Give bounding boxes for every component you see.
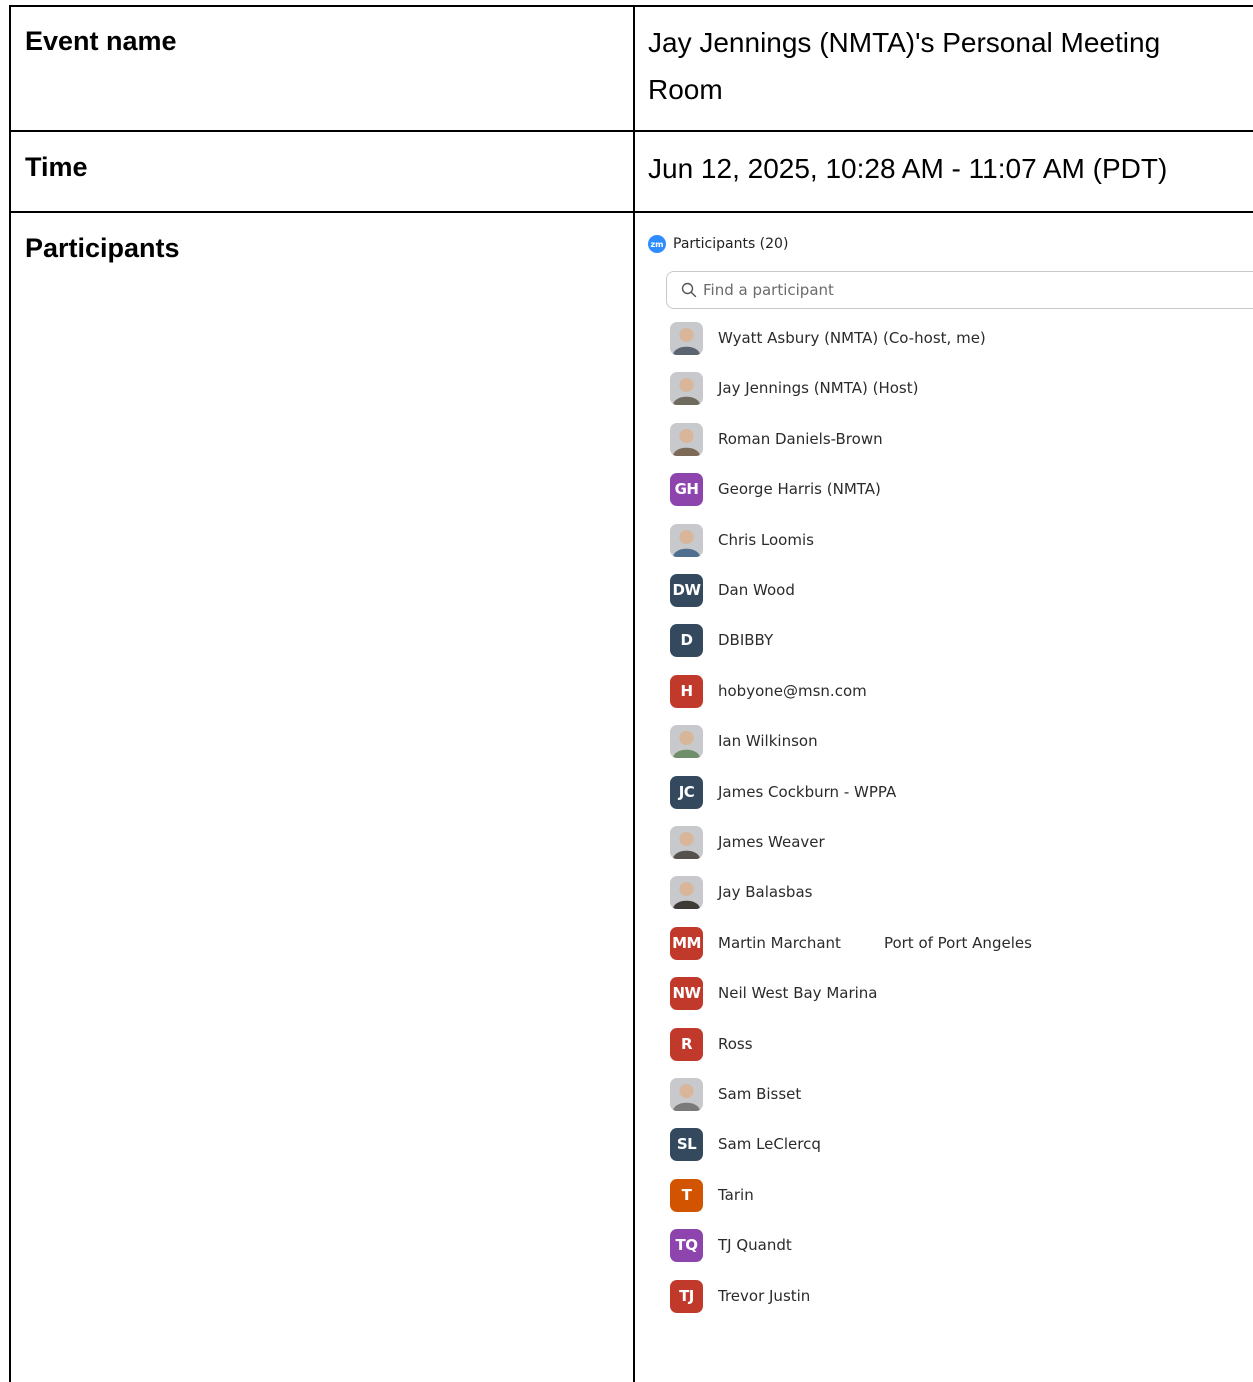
participant-avatar-initials: NW [670,976,703,1010]
participant-row[interactable]: Chris Loomis [670,522,1250,558]
participant-name: Ross [718,1035,753,1053]
participant-avatar-initials: R [670,1027,703,1061]
participant-avatar-initials: TJ [670,1279,703,1313]
participant-name: Jay Jennings (NMTA) (Host) [718,379,919,397]
participant-row[interactable]: SL Sam LeClercq [670,1126,1250,1162]
participant-name: Ian Wilkinson [718,732,818,750]
participant-name: James Weaver [718,833,825,851]
participant-row[interactable]: NW Neil West Bay Marina [670,975,1250,1011]
participant-avatar-initials: T [670,1178,703,1212]
participant-name: James Cockburn - WPPA [718,783,897,801]
participant-avatar-initials: MM [670,926,703,960]
participant-row[interactable]: Sam Bisset [670,1076,1250,1112]
participant-photo-avatar [670,523,703,557]
participant-photo-avatar [670,371,703,405]
participant-row[interactable]: TJ Trevor Justin [670,1278,1250,1314]
table-border-top [9,5,1253,7]
participant-row[interactable]: James Weaver [670,824,1250,860]
event-name-value: Jay Jennings (NMTA)'s Personal Meeting R… [648,27,1161,105]
participant-photo-avatar [670,825,703,859]
participant-name: DBIBBY [718,631,774,649]
participant-row[interactable]: GH George Harris (NMTA) [670,471,1250,507]
participants-panel-screenshot: zm Participants (20) Wyatt Asbury (NMTA)… [636,214,1253,1382]
participants-panel-header: zm Participants (20) [648,233,788,255]
participant-row[interactable]: Hhobyone@msn.com [670,673,1250,709]
participant-name: Martin Marchant [718,934,841,952]
details-table: Event name Jay Jennings (NMTA)'s Persona… [0,0,1253,1382]
participant-row[interactable]: R Ross [670,1026,1250,1062]
participant-name: Wyatt Asbury (NMTA) (Co-host, me) [718,329,986,347]
participant-photo-avatar [670,321,703,355]
table-border-left [9,5,11,1382]
participant-avatar-initials: D [670,623,703,657]
participant-name: TJ Quandt [718,1236,792,1254]
participant-name: Neil West Bay Marina [718,984,878,1002]
participant-row[interactable]: TQ TJ Quandt [670,1227,1250,1263]
participant-photo-avatar [670,1077,703,1111]
participants-panel-title: Participants (20) [673,236,789,252]
participant-row[interactable]: D DBIBBY [670,622,1250,658]
participant-avatar-initials: SL [670,1127,703,1161]
participant-avatar-initials: GH [670,472,703,506]
column-divider [633,5,635,1382]
time-label: Time [25,152,88,182]
participant-row[interactable]: Jay Balasbas [670,874,1250,910]
participant-row[interactable]: Jay Jennings (NMTA) (Host) [670,370,1250,406]
participant-search-box[interactable] [666,271,1253,309]
participant-name: hobyone@msn.com [718,682,867,700]
participant-name: Tarin [718,1186,754,1204]
participant-avatar-initials: JC [670,775,703,809]
participant-photo-avatar [670,422,703,456]
participant-name: Chris Loomis [718,531,814,549]
event-name-label: Event name [25,26,177,56]
participant-avatar-initials: TQ [670,1228,703,1262]
participant-name: Sam Bisset [718,1085,802,1103]
participant-row[interactable]: Ian Wilkinson [670,723,1250,759]
participant-name: George Harris (NMTA) [718,480,881,498]
row-divider [9,211,1253,213]
participant-photo-avatar [670,724,703,758]
participant-name: Dan Wood [718,581,795,599]
participant-name: Jay Balasbas [718,883,813,901]
participant-row[interactable]: Roman Daniels-Brown [670,421,1250,457]
participant-name: Roman Daniels-Brown [718,430,883,448]
zoom-logo-icon: zm [648,235,666,253]
participant-row[interactable]: MM Martin Marchant Port of Port Angeles [670,925,1250,961]
participant-note: Port of Port Angeles [883,934,1032,952]
participant-photo-avatar [670,875,703,909]
participant-row[interactable]: DW Dan Wood [670,572,1250,608]
participant-row[interactable]: T Tarin [670,1177,1250,1213]
participant-name: Trevor Justin [718,1287,811,1305]
participants-label: Participants [25,233,180,263]
row-divider [9,130,1253,132]
participant-name: Sam LeClercq [718,1135,821,1153]
participant-row[interactable]: JC James Cockburn - WPPA [670,774,1250,810]
time-value: Jun 12, 2025, 10:28 AM - 11:07 AM (PDT) [648,153,1168,184]
participant-row[interactable]: Wyatt Asbury (NMTA) (Co-host, me) [670,320,1250,356]
participant-avatar-initials: H [670,674,703,708]
search-icon [681,282,697,298]
participant-avatar-initials: DW [670,573,703,607]
participant-search-input[interactable] [701,280,1225,300]
